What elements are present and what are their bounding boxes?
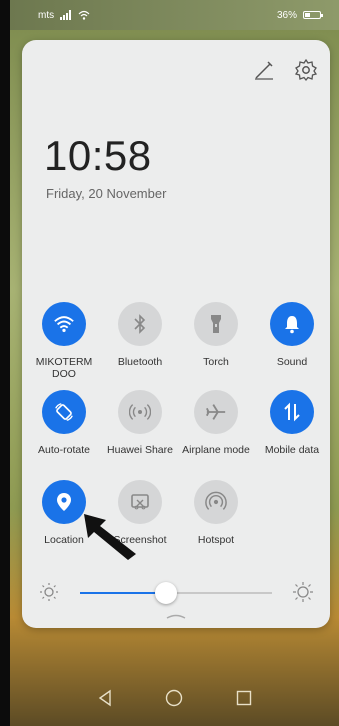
tile-mobile-data-label: Mobile data bbox=[264, 444, 320, 456]
mobile-data-icon bbox=[284, 402, 300, 422]
brightness-low-icon bbox=[40, 583, 58, 601]
carrier-label: mts bbox=[38, 9, 55, 21]
tile-wifi-button[interactable] bbox=[42, 302, 86, 346]
tile-hotspot[interactable]: Hotspot bbox=[176, 480, 256, 546]
tile-sound[interactable]: Sound bbox=[252, 302, 330, 368]
tile-airplane[interactable]: Airplane mode bbox=[176, 390, 256, 456]
screen-edge bbox=[0, 0, 10, 726]
home-icon[interactable] bbox=[164, 688, 184, 708]
brightness-high-icon bbox=[293, 582, 313, 602]
quick-settings-panel: 10:58 Friday, 20 November MIKOTERM DOO B… bbox=[22, 40, 330, 628]
battery-percent: 36% bbox=[276, 9, 297, 21]
clock-time: 10:58 bbox=[44, 132, 152, 179]
settings-gear-icon[interactable] bbox=[294, 58, 318, 82]
screenshot-icon bbox=[131, 494, 149, 510]
wifi-icon bbox=[54, 316, 74, 333]
tile-bluetooth-button[interactable] bbox=[118, 302, 162, 346]
hotspot-icon bbox=[205, 491, 227, 510]
tile-torch-button[interactable] bbox=[194, 302, 238, 346]
tile-mobile-data[interactable]: Mobile data bbox=[252, 390, 330, 456]
navigation-bar bbox=[10, 670, 339, 726]
torch-icon bbox=[211, 315, 221, 333]
pointer-arrow-icon bbox=[84, 514, 136, 560]
tile-huawei-share[interactable]: Huawei Share bbox=[100, 390, 180, 456]
tile-torch[interactable]: Torch bbox=[176, 302, 256, 368]
brightness-slider[interactable] bbox=[34, 578, 318, 608]
status-left: mts bbox=[38, 10, 90, 21]
bluetooth-icon bbox=[134, 314, 146, 334]
tile-hotspot-button[interactable] bbox=[194, 480, 238, 524]
brightness-thumb[interactable] bbox=[155, 582, 178, 604]
brightness-track[interactable] bbox=[80, 582, 272, 604]
tile-wifi-label: MIKOTERM DOO bbox=[35, 356, 93, 380]
edit-icon[interactable] bbox=[252, 58, 276, 82]
tile-huawei-share-label: Huawei Share bbox=[107, 444, 173, 456]
tile-hotspot-label: Hotspot bbox=[197, 534, 235, 546]
tile-bluetooth[interactable]: Bluetooth bbox=[100, 302, 180, 368]
clock-date: Friday, 20 November bbox=[46, 186, 167, 201]
tile-mobile-data-button[interactable] bbox=[270, 390, 314, 434]
signal-icon bbox=[60, 10, 72, 20]
wifi-status-icon bbox=[78, 10, 90, 20]
airplane-icon bbox=[206, 404, 226, 420]
tile-bluetooth-label: Bluetooth bbox=[117, 356, 163, 368]
recents-icon[interactable] bbox=[234, 688, 254, 708]
tile-wifi[interactable]: MIKOTERM DOO bbox=[24, 302, 104, 380]
panel-top-actions bbox=[252, 58, 318, 82]
panel-drag-handle-icon[interactable] bbox=[166, 612, 186, 620]
tile-torch-label: Torch bbox=[203, 356, 229, 368]
tile-sound-label: Sound bbox=[276, 356, 308, 368]
share-icon bbox=[129, 404, 151, 420]
tile-auto-rotate-button[interactable] bbox=[42, 390, 86, 434]
tile-airplane-label: Airplane mode bbox=[182, 444, 250, 456]
battery-icon bbox=[303, 11, 323, 19]
rotate-icon bbox=[55, 403, 73, 421]
location-icon bbox=[57, 493, 71, 511]
bell-icon bbox=[285, 316, 299, 334]
tile-auto-rotate[interactable]: Auto-rotate bbox=[24, 390, 104, 456]
tile-auto-rotate-label: Auto-rotate bbox=[38, 444, 90, 456]
tile-huawei-share-button[interactable] bbox=[118, 390, 162, 434]
status-bar: mts 36% bbox=[10, 0, 339, 30]
status-right: 36% bbox=[276, 9, 323, 21]
back-icon[interactable] bbox=[95, 688, 115, 708]
brightness-fill bbox=[80, 592, 167, 594]
tile-sound-button[interactable] bbox=[270, 302, 314, 346]
tile-airplane-button[interactable] bbox=[194, 390, 238, 434]
